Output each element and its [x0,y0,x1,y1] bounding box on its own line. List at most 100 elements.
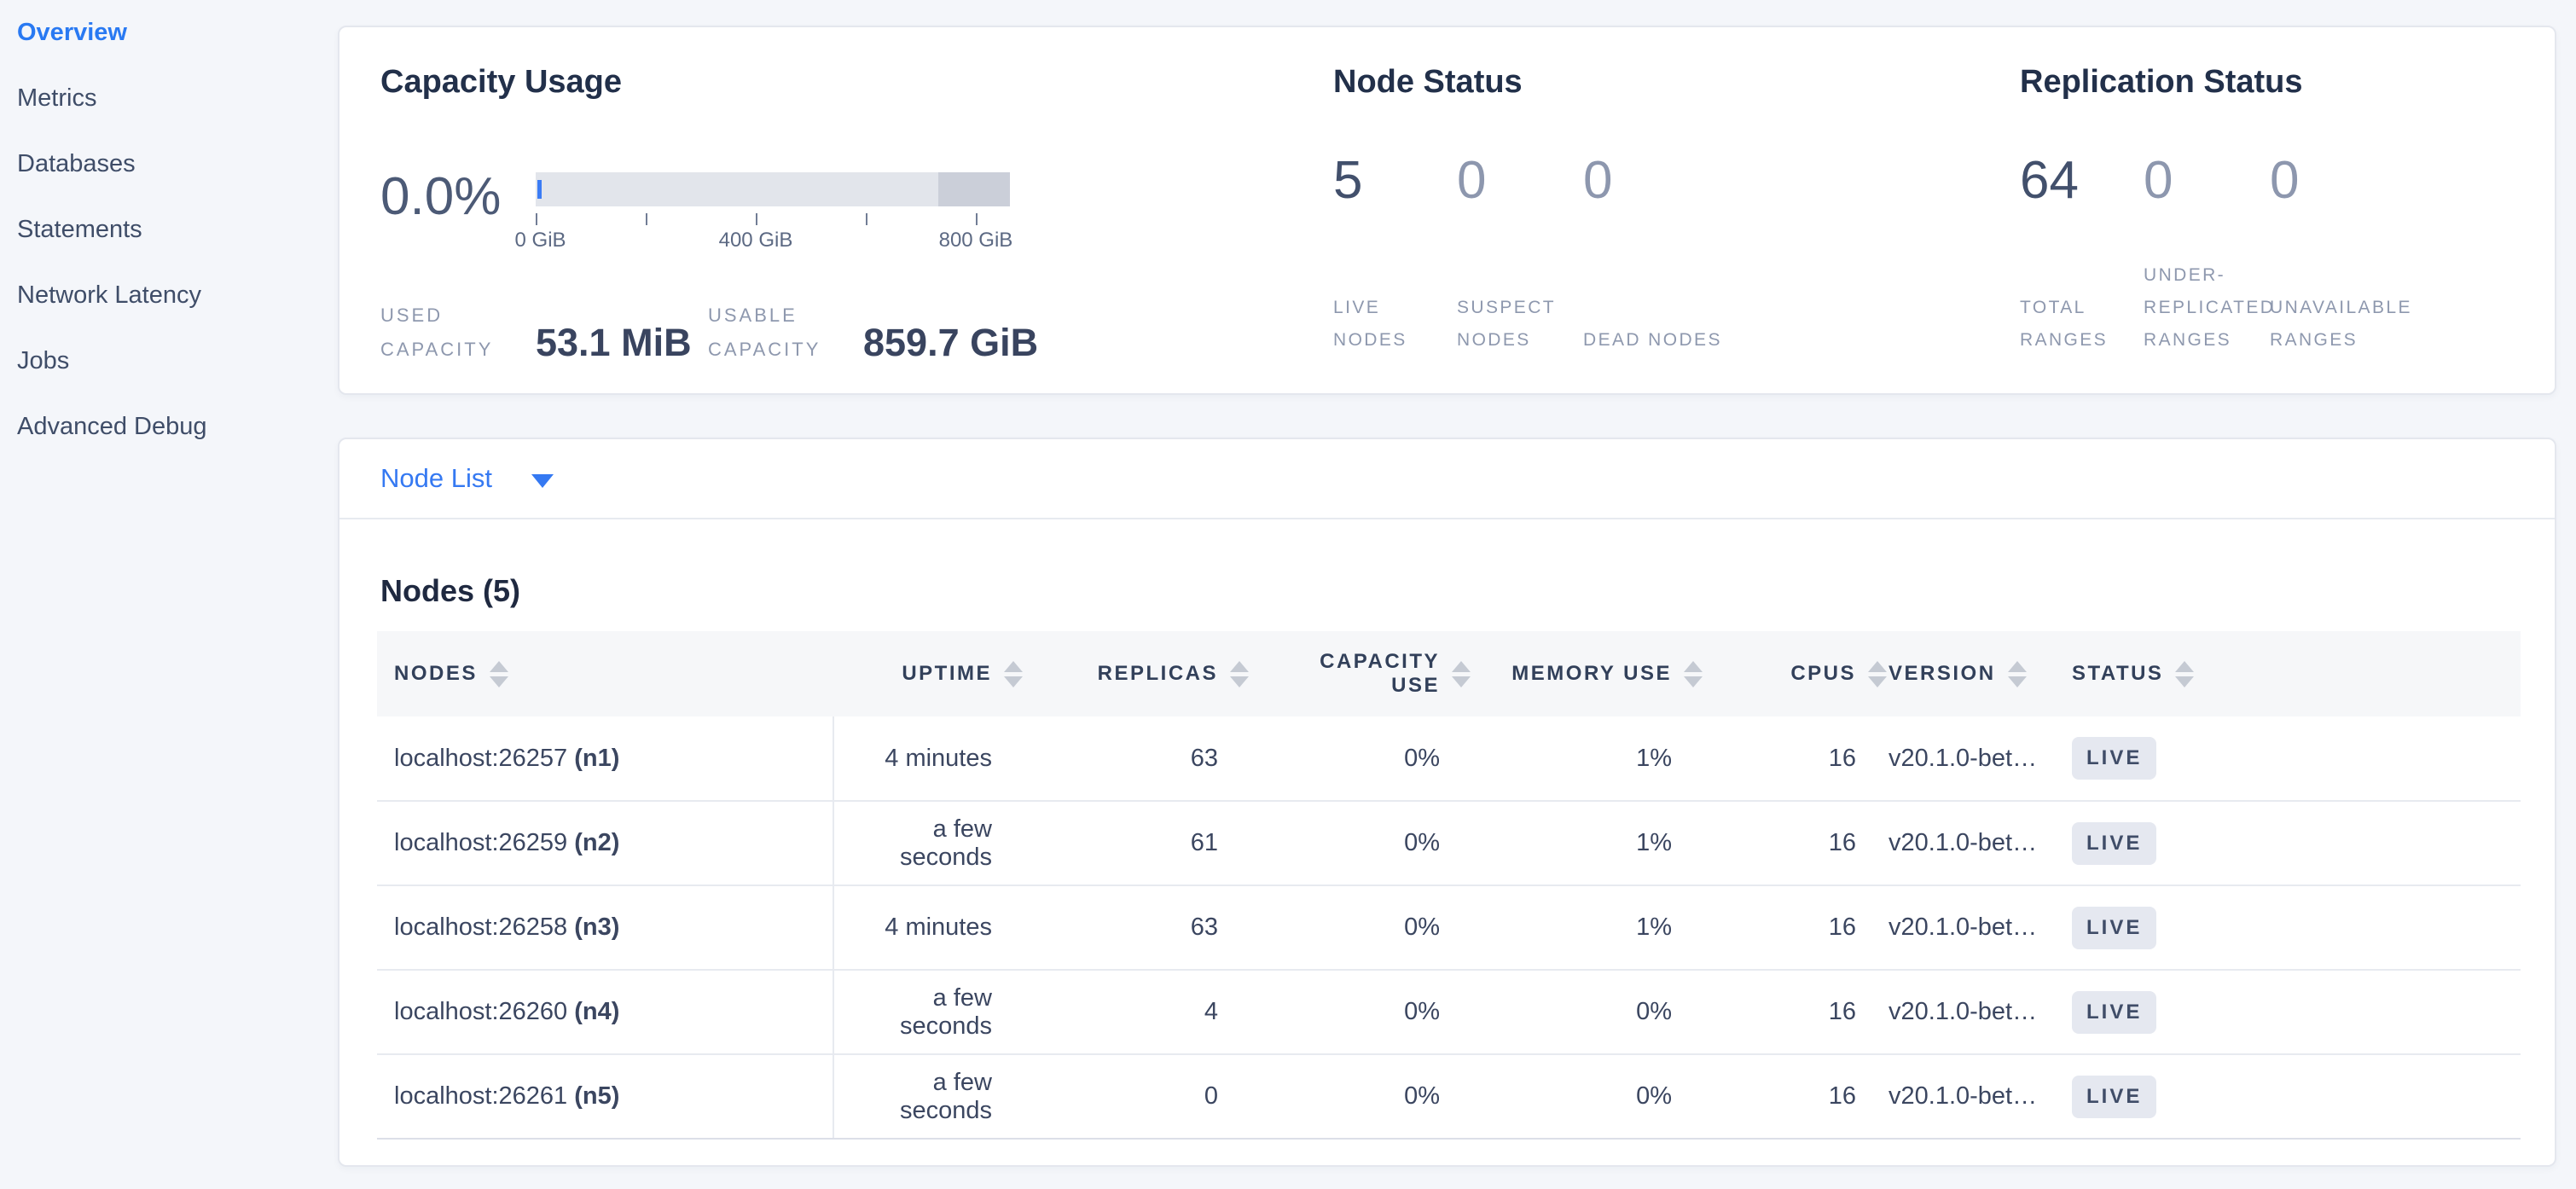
column-label: STATUS [2072,662,2163,686]
sidebar-item-databases[interactable]: Databases [0,131,338,197]
table-row-n5[interactable]: localhost:26261 (n5) a few seconds 0 0% … [377,1054,2521,1139]
node-status-title: Node Status [1333,63,1979,101]
sidebar-item-overview[interactable]: Overview [0,0,338,66]
table-row-n1[interactable]: localhost:26257 (n1) 4 minutes 63 0% 1% … [377,716,2521,801]
nodes-table: NODES UPTIME REPLICAS CAPACIT [377,631,2521,1140]
node-list-dropdown[interactable]: Node List [339,439,2555,519]
used-capacity-value: 53.1 MiB [536,323,692,367]
capacity-chart-row: 0.0% 0 GiB 400 GiB [380,172,1292,252]
version-cell: v20.1.0-bet… [1887,716,2070,801]
column-label: MEMORY USE [1511,662,1672,686]
column-label: NODES [394,662,478,686]
capacity-usage-title: Capacity Usage [380,63,1292,101]
nodes-count-title: Nodes (5) [380,572,2521,610]
capacity-axis-labels: 0 GiB 400 GiB 800 GiB [536,225,1010,252]
cockroachdb-overview-page: { "colors": { "accent_blue": "#3579f2", … [0,0,2576,1189]
cpus-cell: 16 [1703,801,1887,885]
total-ranges-stat: 64 TOTAL RANGES [2020,152,2144,357]
column-label: REPLICAS [1098,662,1218,686]
live-nodes-value: 5 [1333,152,1457,210]
sort-arrows-icon [1004,661,1023,687]
unavailable-ranges-stat: 0 UNAVAILABLE RANGES [2270,152,2432,357]
column-header-memory-use[interactable]: MEMORY USE [1471,631,1703,716]
status-badge: LIVE [2072,1076,2156,1118]
total-ranges-label: TOTAL RANGES [2020,292,2144,357]
node-status-panel: Node Status 5 LIVE NODES 0 SUSPECT NODES… [1292,27,1979,393]
usable-capacity-stat: USABLE CAPACITY 859.7 GiB [708,299,1038,367]
sidebar-item-jobs[interactable]: Jobs [0,328,338,394]
replicas-cell: 63 [1023,885,1249,970]
sidebar-item-statements[interactable]: Statements [0,197,338,263]
sort-arrows-icon [1230,661,1249,687]
memory-use-cell: 0% [1471,970,1703,1054]
live-nodes-stat: 5 LIVE NODES [1333,152,1457,357]
sort-arrows-icon [2008,661,2027,687]
total-ranges-value: 64 [2020,152,2144,210]
node-list-dropdown-label: Node List [380,463,492,494]
unavailable-ranges-value: 0 [2270,152,2432,210]
sidebar-item-metrics[interactable]: Metrics [0,66,338,131]
node-address-cell: localhost:26261 (n5) [377,1054,833,1139]
capacity-use-cell: 0% [1249,885,1471,970]
dead-nodes-value: 0 [1583,152,1745,210]
capacity-use-cell: 0% [1249,801,1471,885]
axis-label-0gib: 0 GiB [515,229,566,252]
node-address-cell: localhost:26259 (n2) [377,801,833,885]
capacity-bar [536,172,1010,206]
uptime-cell: a few seconds [833,1054,1023,1139]
sort-arrows-icon [2175,661,2194,687]
under-replicated-ranges-label: UNDER-REPLICATED RANGES [2144,259,2270,357]
column-header-cpus[interactable]: CPUS [1703,631,1887,716]
replication-status-panel: Replication Status 64 TOTAL RANGES 0 UND… [1979,27,2555,393]
uptime-cell: 4 minutes [833,885,1023,970]
node-address-cell: localhost:26260 (n4) [377,970,833,1054]
column-header-nodes[interactable]: NODES [377,631,833,716]
column-label: CPUS [1790,662,1856,686]
suspect-nodes-label: SUSPECT NODES [1457,292,1583,357]
sidebar-item-network-latency[interactable]: Network Latency [0,263,338,328]
dead-nodes-stat: 0 DEAD NODES [1583,152,1745,357]
used-capacity-stat: USED CAPACITY 53.1 MiB [380,299,708,367]
status-cell: LIVE [2070,801,2521,885]
axis-tickmark [536,213,537,225]
status-badge: LIVE [2072,907,2156,949]
axis-label-400gib: 400 GiB [719,229,793,252]
version-cell: v20.1.0-bet… [1887,1054,2070,1139]
column-header-version[interactable]: VERSION [1887,631,2070,716]
status-badge: LIVE [2072,822,2156,865]
memory-use-cell: 1% [1471,885,1703,970]
node-status-stats: 5 LIVE NODES 0 SUSPECT NODES 0 DEAD NODE… [1333,152,1979,357]
nodes-table-section: Nodes (5) NODES UPTIME [339,519,2555,1140]
status-cell: LIVE [2070,885,2521,970]
axis-tickmark [866,213,867,225]
column-header-status[interactable]: STATUS [2070,631,2521,716]
column-label: VERSION [1888,662,1996,686]
sidebar-nav: Overview Metrics Databases Statements Ne… [0,0,338,460]
column-label: CAPACITY USE [1303,650,1440,698]
status-cell: LIVE [2070,1054,2521,1139]
under-replicated-ranges-value: 0 [2144,152,2270,210]
version-cell: v20.1.0-bet… [1887,970,2070,1054]
replicas-cell: 63 [1023,716,1249,801]
column-header-capacity-use[interactable]: CAPACITY USE [1249,631,1471,716]
table-header-row: NODES UPTIME REPLICAS CAPACIT [377,631,2521,716]
table-row-n4[interactable]: localhost:26260 (n4) a few seconds 4 0% … [377,970,2521,1054]
uptime-cell: 4 minutes [833,716,1023,801]
column-header-uptime[interactable]: UPTIME [833,631,1023,716]
suspect-nodes-value: 0 [1457,152,1583,210]
capacity-bar-used-segment [537,180,542,199]
node-address-cell: localhost:26258 (n3) [377,885,833,970]
sort-arrows-icon [1452,661,1471,687]
table-row-n2[interactable]: localhost:26259 (n2) a few seconds 61 0%… [377,801,2521,885]
capacity-axis-ticks [536,206,1010,225]
table-row-n3[interactable]: localhost:26258 (n3) 4 minutes 63 0% 1% … [377,885,2521,970]
node-address-cell: localhost:26257 (n1) [377,716,833,801]
column-header-replicas[interactable]: REPLICAS [1023,631,1249,716]
cpus-cell: 16 [1703,716,1887,801]
status-cell: LIVE [2070,970,2521,1054]
memory-use-cell: 1% [1471,801,1703,885]
capacity-bar-chart: 0 GiB 400 GiB 800 GiB [536,172,1010,252]
sidebar-item-advanced-debug[interactable]: Advanced Debug [0,394,338,460]
capacity-stats-row: USED CAPACITY 53.1 MiB USABLE CAPACITY 8… [380,299,1292,367]
uptime-cell: a few seconds [833,801,1023,885]
